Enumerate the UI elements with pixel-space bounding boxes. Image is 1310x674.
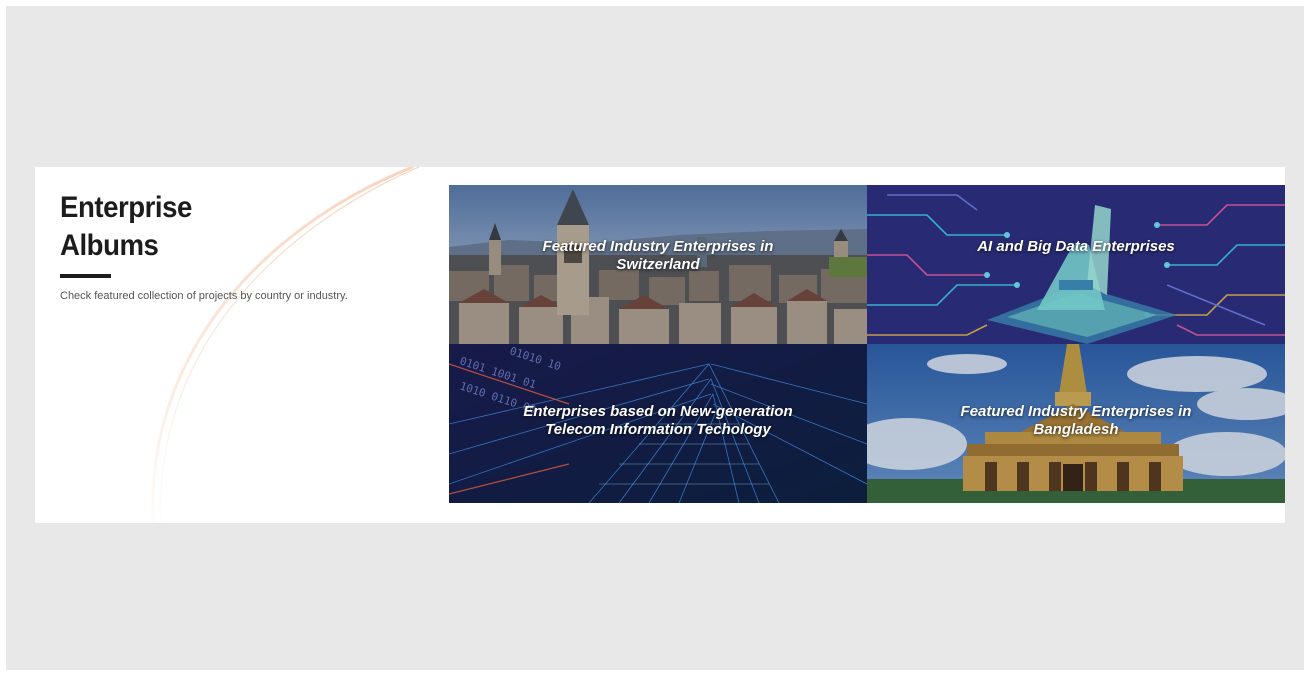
album-card-bangladesh[interactable]: Featured Industry Enterprises in Banglad… — [867, 344, 1285, 503]
section-title: Enterprise Albums — [60, 189, 192, 265]
album-label: Featured Industry Enterprises in Banglad… — [960, 402, 1192, 438]
page-frame: Enterprise Albums Check featured collect… — [6, 6, 1304, 670]
ai-circuit-image — [867, 185, 1285, 344]
enterprise-albums-section: Enterprise Albums Check featured collect… — [35, 167, 1285, 523]
section-title-line2: Albums — [60, 229, 159, 262]
section-subtitle: Check featured collection of projects by… — [60, 290, 348, 302]
section-title-line1: Enterprise — [60, 191, 192, 224]
album-card-ai-big-data[interactable]: AI and Big Data Enterprises — [867, 185, 1285, 344]
album-label: AI and Big Data Enterprises — [977, 237, 1175, 255]
title-underline — [60, 274, 111, 278]
album-card-switzerland[interactable]: Featured Industry Enterprises in Switzer… — [449, 185, 867, 344]
album-label: Enterprises based on New-generation Tele… — [523, 402, 793, 438]
album-label: Featured Industry Enterprises in Switzer… — [542, 237, 774, 273]
album-grid: Featured Industry Enterprises in Switzer… — [449, 185, 1285, 503]
album-card-telecom[interactable]: 0101 1001 01 1010 0110 00 01010 10 Enter… — [449, 344, 867, 503]
